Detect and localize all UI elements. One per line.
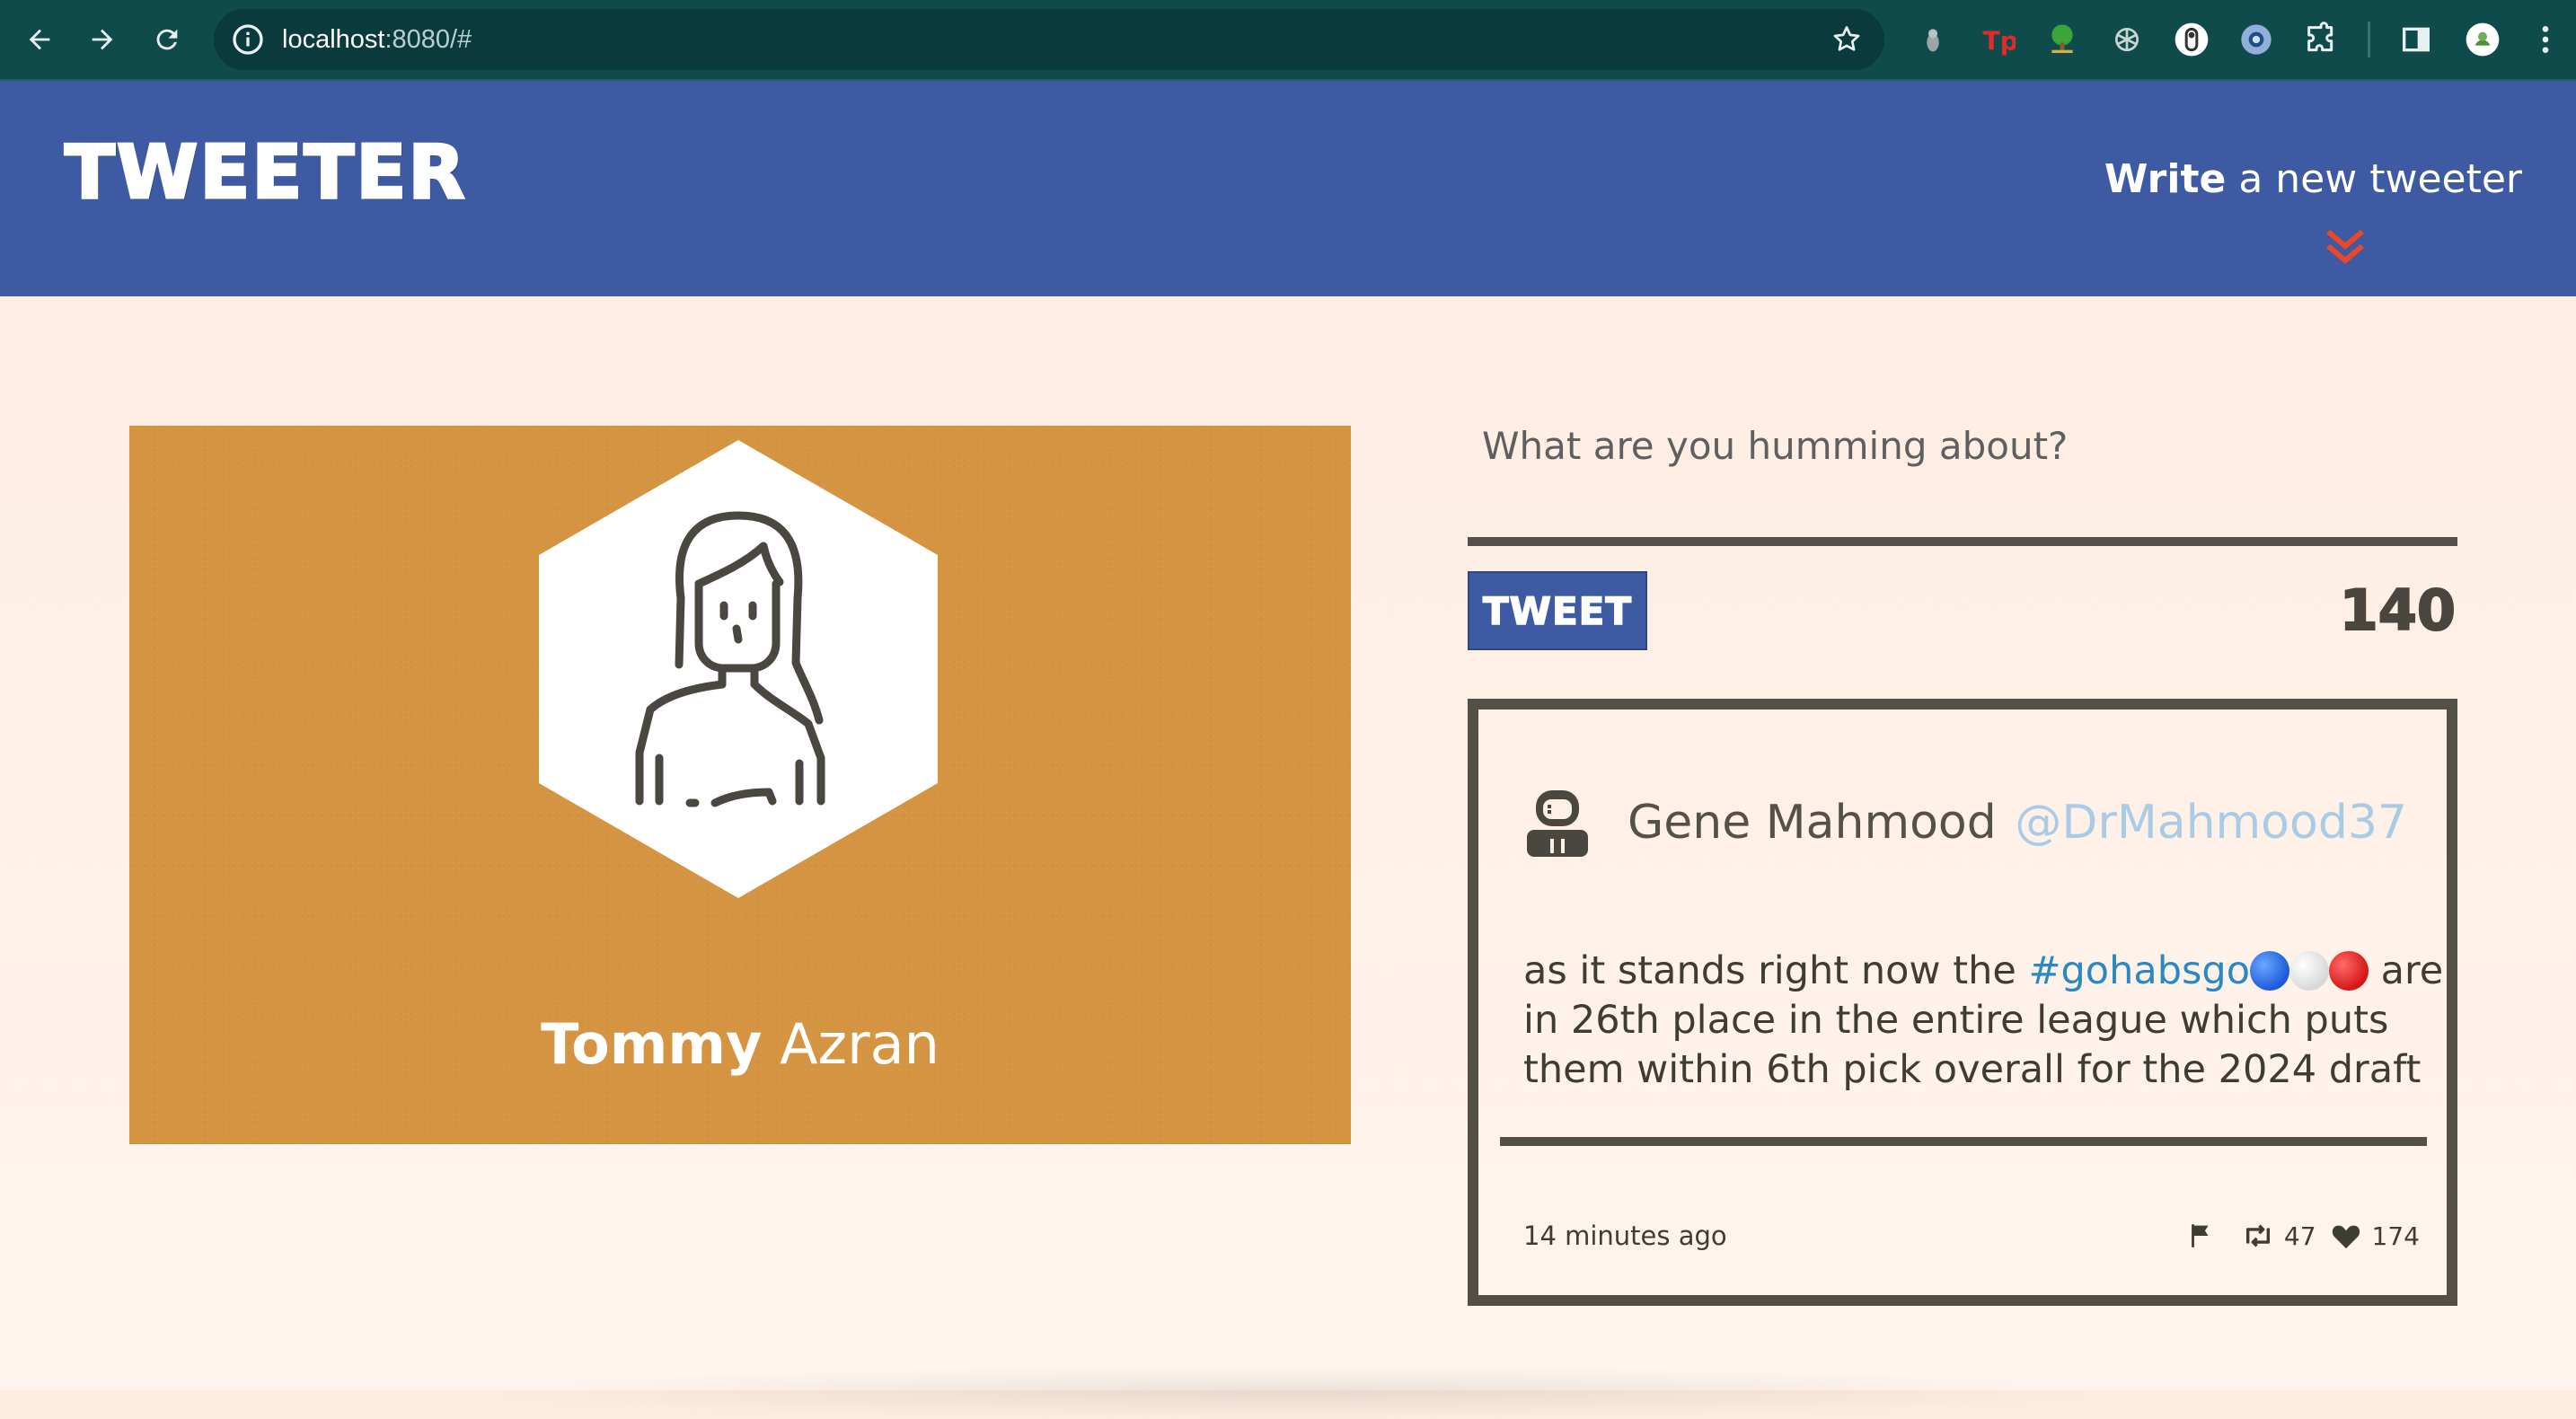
tweet-author-handle[interactable]: @DrMahmood37	[2015, 799, 2407, 846]
back-button[interactable]	[20, 20, 59, 59]
tweet-line-3: them within 6th pick overall for the 202…	[1523, 1047, 2422, 1092]
browser-toolbar: localhost:8080/# Tp	[0, 0, 2576, 81]
flag-icon[interactable]	[2185, 1221, 2216, 1251]
toggle-bold-text: Write	[2104, 156, 2227, 202]
extension-circle-icon[interactable]	[2236, 20, 2276, 59]
white-circle-emoji	[2289, 951, 2330, 991]
tweet-divider	[1500, 1137, 2427, 1146]
reload-button[interactable]	[147, 20, 187, 59]
next-card-shadow	[467, 1365, 2120, 1419]
heart-icon	[2332, 1225, 2360, 1249]
retweet-action[interactable]: 47	[2241, 1221, 2331, 1251]
like-count: 174	[2371, 1221, 2420, 1251]
toolbar-separator	[2368, 22, 2370, 57]
arrow-right-icon	[92, 29, 113, 50]
profile-first-name: Tommy	[541, 1011, 763, 1077]
tweet-button[interactable]: TWEET	[1468, 571, 1647, 650]
retweet-icon	[2245, 1224, 2270, 1247]
toggle-rest-text: a new tweeter	[2226, 156, 2522, 202]
site-logo: TWEETER	[64, 130, 467, 216]
tweet-text: as it stands right now the #gohabsgo are…	[1523, 947, 2443, 1095]
site-info-icon[interactable]	[230, 22, 266, 57]
tweet-author-name[interactable]: Gene Mahmood	[1628, 799, 1997, 846]
tweet-text-after: are	[2369, 948, 2444, 993]
extension-tree-icon[interactable]	[2042, 20, 2082, 59]
extension-openai-icon[interactable]	[2107, 20, 2147, 59]
tweet-line-1: as it stands right now the #gohabsgo are	[1523, 947, 2443, 996]
profile-last-name: Azran	[780, 1011, 940, 1077]
side-panel-icon[interactable]	[2396, 20, 2436, 59]
tweet-line-2: in 26th place in the entire league which…	[1523, 998, 2389, 1043]
bookmark-star-icon[interactable]	[1831, 23, 1863, 56]
extension-ghost-icon[interactable]	[1913, 20, 1953, 59]
chrome-menu-icon[interactable]	[2526, 20, 2565, 59]
url-text: localhost:8080/#	[282, 25, 472, 54]
forward-button[interactable]	[83, 20, 122, 59]
character-counter: 140	[2339, 577, 2457, 644]
red-circle-emoji	[2329, 951, 2369, 991]
retweet-count: 47	[2283, 1221, 2316, 1251]
write-new-tweet-toggle[interactable]: Write a new tweeter	[2104, 160, 2522, 199]
tweet-compose-input[interactable]	[1482, 419, 2456, 472]
hashtag-link[interactable]: #gohabsgo	[2028, 948, 2250, 993]
extension-toggle-icon[interactable]	[2172, 20, 2211, 59]
address-bar[interactable]: localhost:8080/#	[214, 9, 1884, 70]
like-action[interactable]: 174	[2331, 1221, 2420, 1251]
compose-divider	[1468, 537, 2457, 546]
arrow-left-icon	[29, 29, 50, 50]
profile-avatar-icon[interactable]	[2463, 20, 2502, 59]
user-avatar-icon	[1527, 790, 1588, 857]
profile-avatar	[539, 440, 938, 898]
profile-name: Tommy Azran	[129, 1017, 1351, 1072]
tweet-timestamp: 14 minutes ago	[1523, 1221, 1727, 1251]
svg-text:Tp: Tp	[1982, 27, 2016, 57]
tweet-text-before: as it stands right now the	[1523, 948, 2029, 993]
tweet-actions: 47 174	[2185, 1218, 2420, 1254]
tweet-card: Gene Mahmood @DrMahmood37 as it stands r…	[1468, 699, 2457, 1306]
extensions-puzzle-icon[interactable]	[2301, 20, 2341, 59]
blue-circle-emoji	[2250, 951, 2290, 991]
profile-card: Tommy Azran	[129, 426, 1351, 1144]
double-chevron-down-icon[interactable]	[2323, 226, 2368, 268]
extension-tp-icon[interactable]: Tp	[1978, 20, 2017, 59]
reload-icon	[156, 29, 178, 50]
